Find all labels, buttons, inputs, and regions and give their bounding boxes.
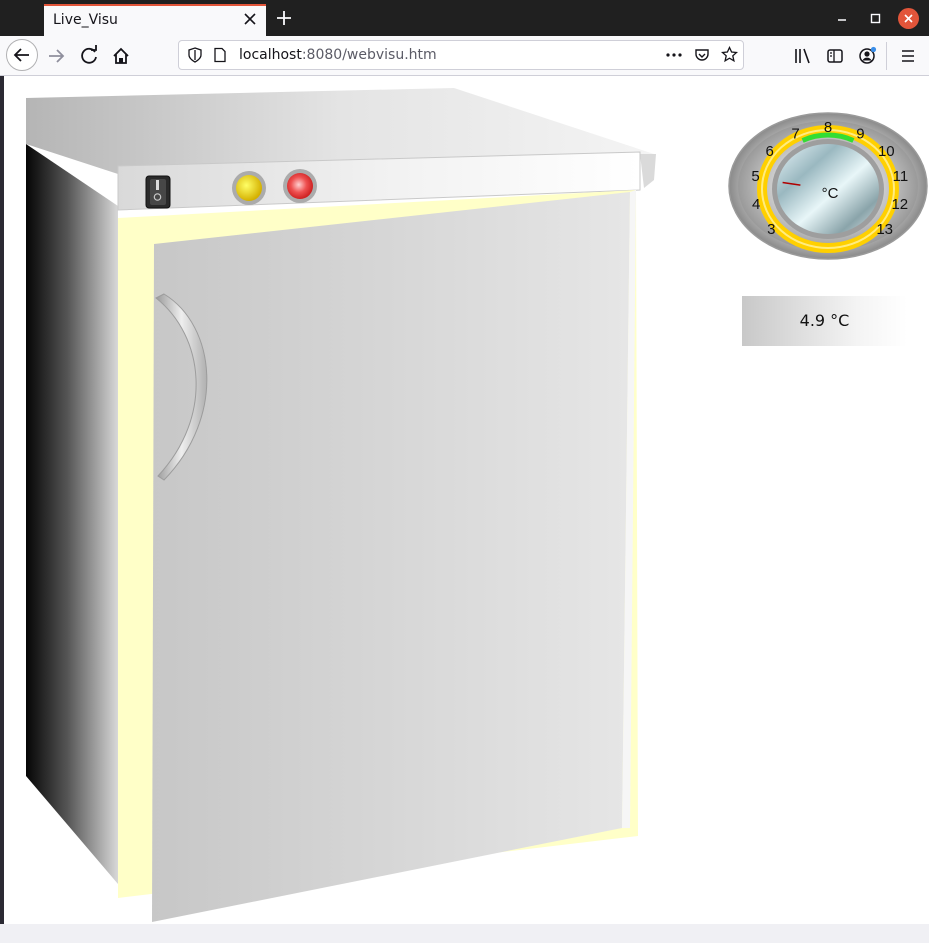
temperature-display: 4.9 °C bbox=[742, 296, 907, 346]
home-icon[interactable] bbox=[106, 41, 136, 71]
gauge-scale-label: 3 bbox=[767, 221, 775, 238]
shield-icon[interactable] bbox=[187, 47, 203, 63]
window-close-button[interactable] bbox=[898, 8, 919, 29]
gauge-scale-label: 6 bbox=[766, 143, 774, 160]
close-icon bbox=[904, 14, 913, 23]
lamp-red-indicator bbox=[283, 169, 317, 203]
close-icon[interactable] bbox=[240, 9, 260, 29]
library-icon[interactable] bbox=[788, 41, 818, 71]
gauge-scale-label: 4 bbox=[752, 196, 760, 213]
gauge-scale-label: 7 bbox=[791, 125, 799, 142]
url-path: :8080/webvisu.htm bbox=[301, 47, 437, 63]
maximize-icon[interactable] bbox=[866, 9, 886, 29]
gauge-unit: °C bbox=[822, 185, 839, 202]
more-actions-icon[interactable] bbox=[665, 47, 683, 63]
menu-icon[interactable] bbox=[893, 41, 923, 71]
gauge-scale-label: 9 bbox=[856, 125, 864, 142]
back-button[interactable] bbox=[6, 39, 38, 71]
fridge-door[interactable] bbox=[152, 192, 630, 922]
title-bar: Live_Visu bbox=[0, 0, 929, 36]
gauge-scale-label: 12 bbox=[891, 196, 908, 213]
tab-title: Live_Visu bbox=[53, 12, 118, 28]
fridge-side-panel bbox=[26, 144, 118, 884]
power-switch[interactable] bbox=[145, 175, 171, 209]
gauge-scale-label: 13 bbox=[876, 221, 893, 238]
window-bottom-edge bbox=[0, 924, 929, 943]
gauge-scale-label: 10 bbox=[878, 143, 895, 160]
webvisu-page: °C 3 4 5 6 7 8 9 10 11 12 13 4.9 °C bbox=[4, 76, 929, 924]
url-host: localhost bbox=[239, 47, 302, 63]
sidebar-icon[interactable] bbox=[820, 41, 850, 71]
gauge-scale-label: 8 bbox=[824, 119, 832, 136]
bookmark-star-icon[interactable] bbox=[721, 46, 738, 63]
gauge-scale-label: 11 bbox=[893, 168, 909, 185]
pocket-icon[interactable] bbox=[694, 47, 710, 63]
toolbar-divider bbox=[886, 42, 887, 70]
reload-icon[interactable] bbox=[74, 41, 104, 71]
minimize-icon[interactable] bbox=[832, 9, 852, 29]
arrow-right-icon[interactable] bbox=[42, 41, 72, 71]
fridge-top-edge bbox=[640, 154, 656, 188]
url-text: localhost:8080/webvisu.htm bbox=[239, 47, 437, 63]
page-icon[interactable] bbox=[212, 47, 228, 63]
browser-tab[interactable]: Live_Visu bbox=[44, 4, 266, 36]
plus-icon[interactable] bbox=[274, 8, 294, 28]
arrow-left-icon bbox=[13, 48, 29, 62]
thermostat-gauge[interactable]: °C 34 567 8 9 10 11 12 13 bbox=[728, 111, 928, 261]
account-icon[interactable] bbox=[852, 41, 882, 71]
gauge-scale-label: 5 bbox=[751, 168, 759, 185]
temperature-value: 4.9 °C bbox=[799, 311, 850, 330]
address-bar[interactable]: localhost:8080/webvisu.htm bbox=[178, 40, 744, 70]
navigation-bar: localhost:8080/webvisu.htm bbox=[0, 36, 929, 76]
lamp-yellow-indicator bbox=[232, 171, 266, 205]
